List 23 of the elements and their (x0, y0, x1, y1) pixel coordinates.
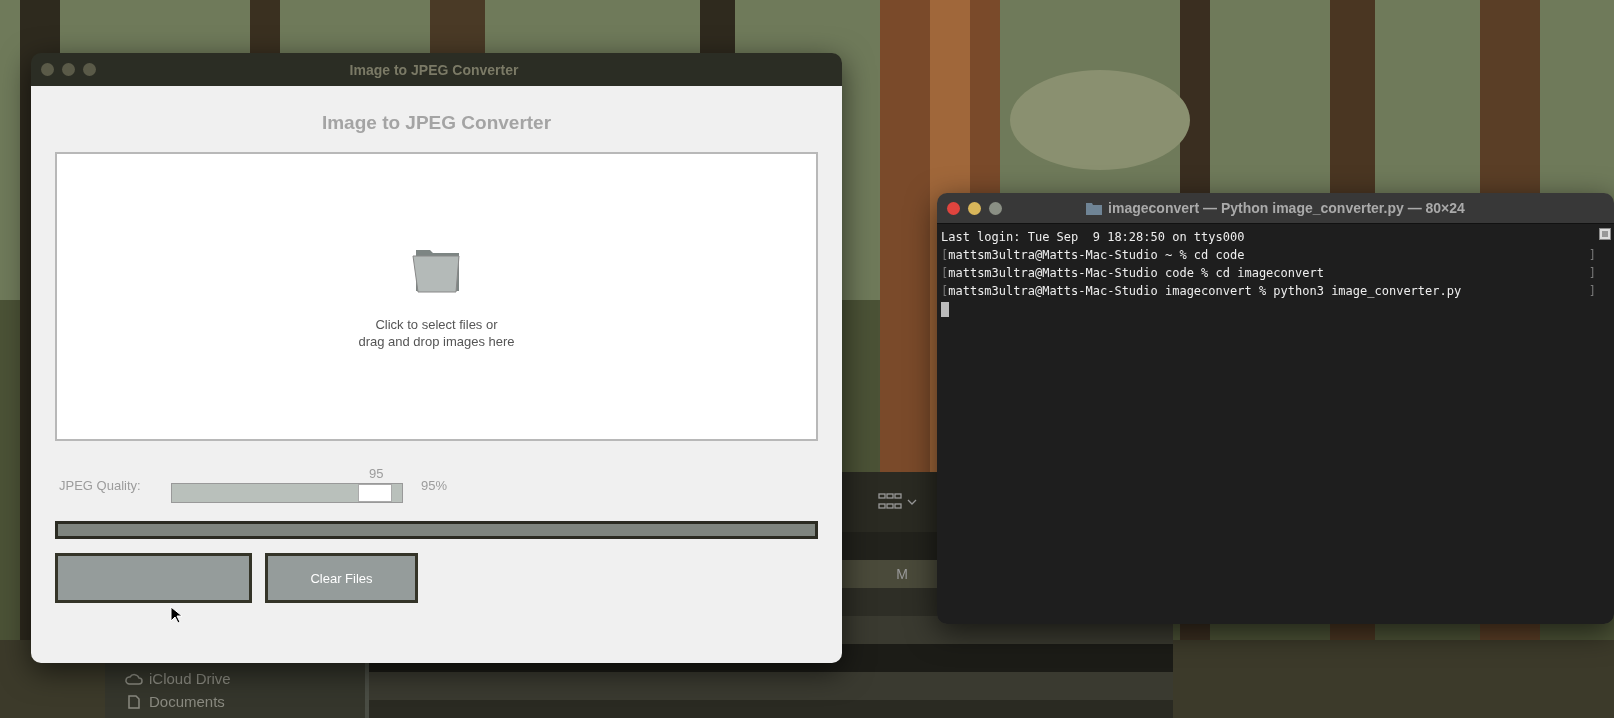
drop-hint: drag and drop images here (358, 332, 515, 350)
line-mark: ] (1588, 284, 1596, 298)
sidebar-item[interactable]: iCloud Drive (125, 670, 365, 687)
quality-reading: 95% (421, 478, 448, 493)
terminal-line: Last login: Tue Sep 9 18:28:50 on ttys000 (941, 230, 1245, 244)
drop-zone[interactable]: Click to select files or drag and drop images here (55, 152, 818, 441)
quality-label: JPEG Quality: (58, 478, 142, 495)
file-name: M (896, 566, 908, 582)
terminal-line: mattsm3ultra@Matts-Mac-Studio code % cd imageconvert (948, 266, 1324, 280)
line-mark: ] (1588, 266, 1596, 280)
sidebar-item[interactable]: Documents (125, 693, 365, 710)
line-mark: [ (941, 248, 949, 262)
line-mark: [ (941, 284, 949, 298)
window-title: Image to JPEG Converter (348, 61, 520, 78)
slider-value: 95 (367, 466, 385, 481)
clear-files-button[interactable]: Clear Files (265, 553, 418, 603)
app-heading: Image to JPEG Converter (321, 112, 552, 134)
line-mark: [ (941, 266, 949, 280)
drop-hint: Click to select files or (375, 315, 498, 333)
line-mark: ] (1588, 248, 1596, 262)
terminal-line: mattsm3ultra@Matts-Mac-Studio ~ % cd code (948, 248, 1245, 262)
window-title: imageconvert — Python image_converter.py — 80×24 (1108, 200, 1465, 216)
terminal-line: mattsm3ultra@Matts-Mac-Studio imageconvert % python3 image_converter.py (948, 284, 1462, 298)
